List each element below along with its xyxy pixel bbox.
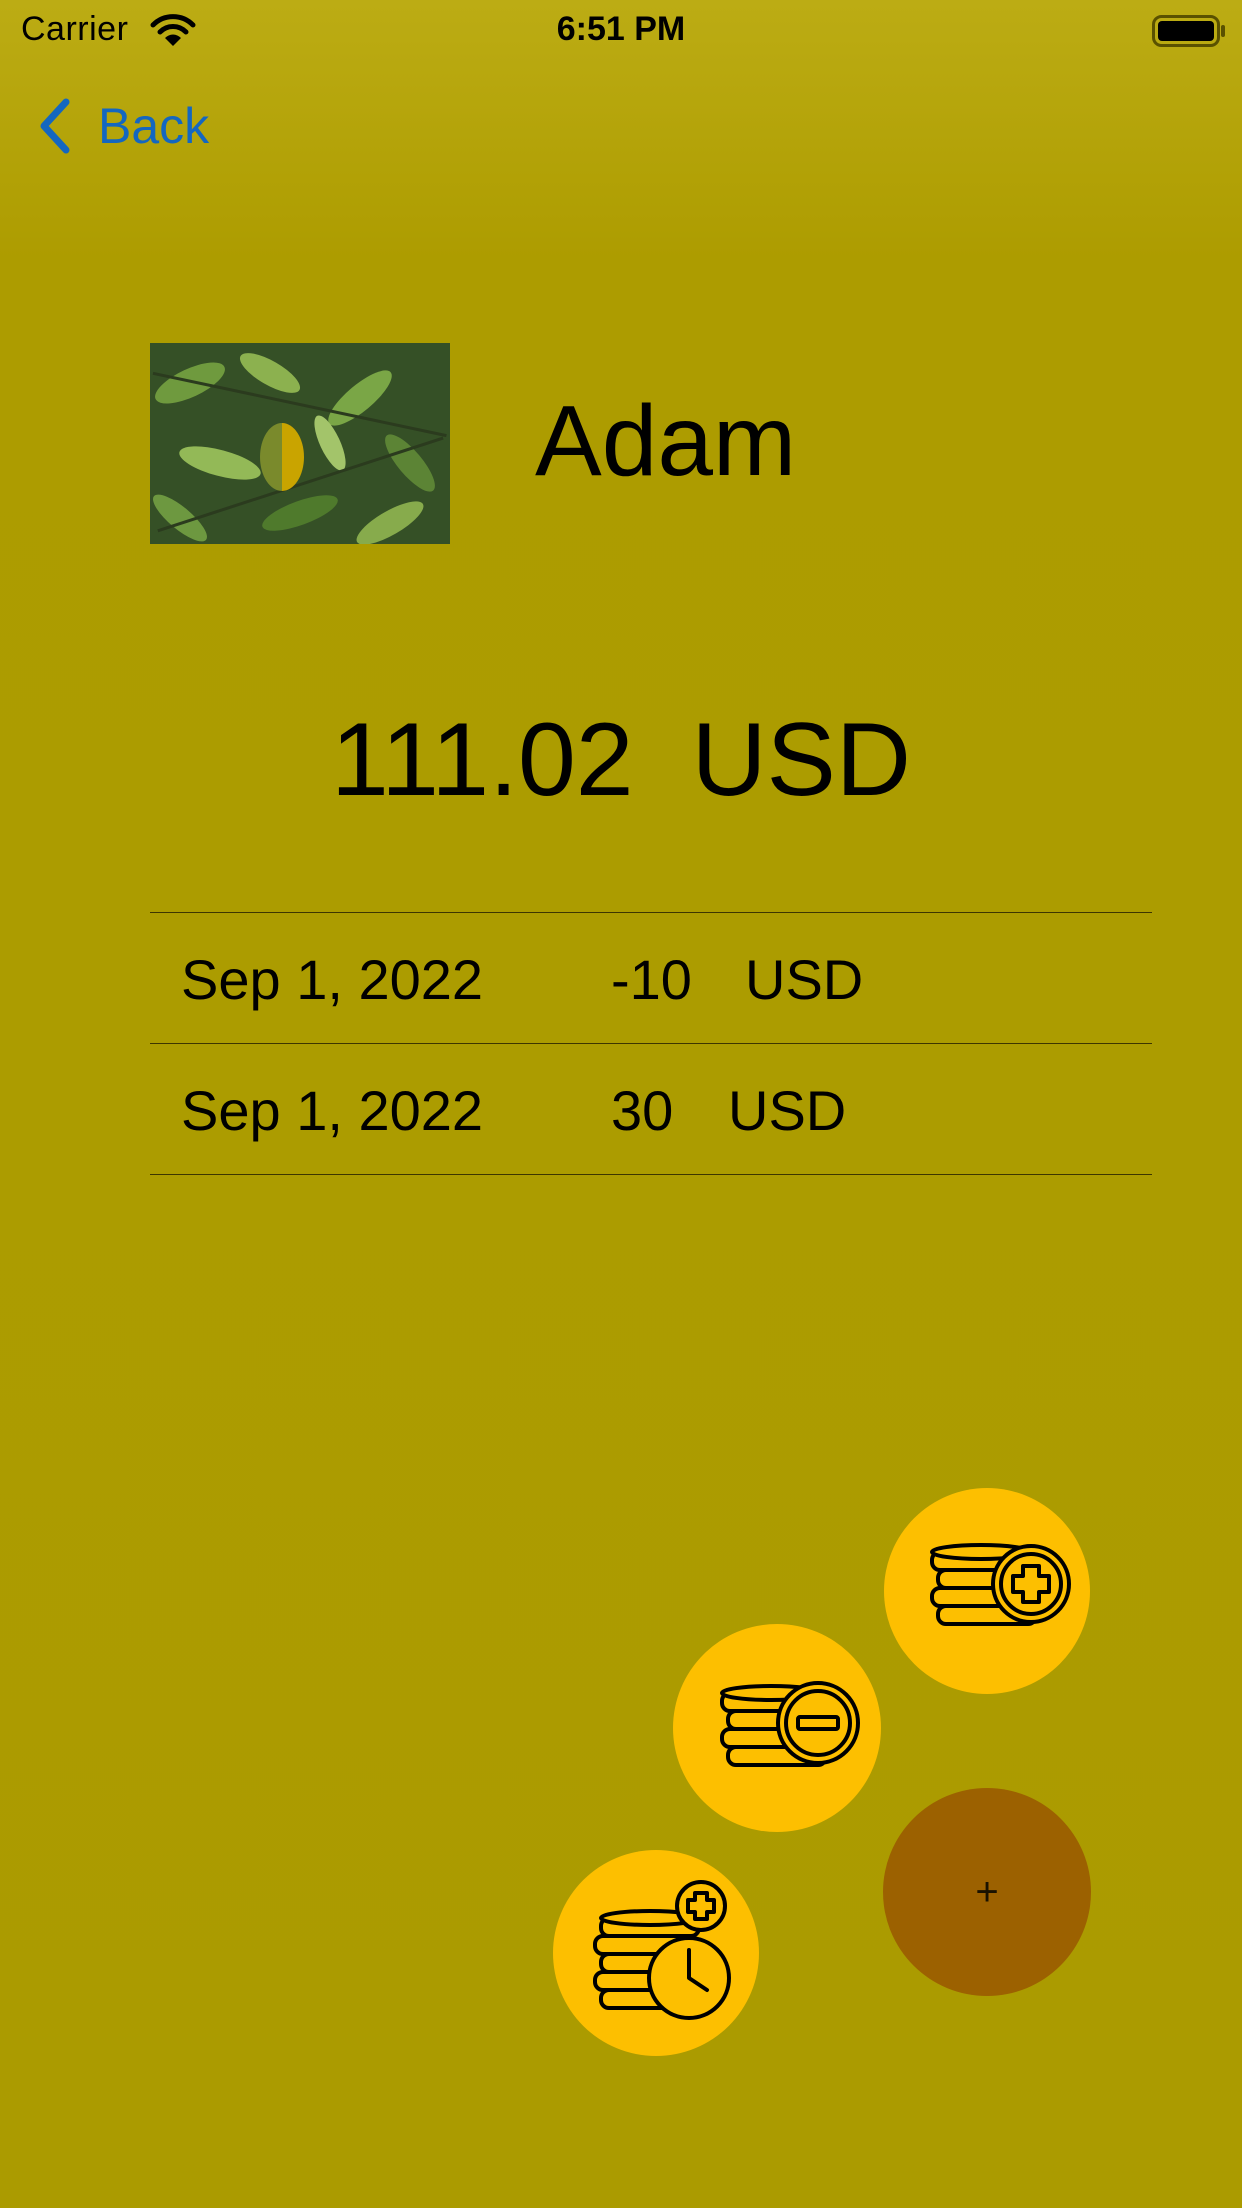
transaction-currency: USD bbox=[745, 948, 864, 1011]
plus-icon: + bbox=[975, 1870, 999, 1914]
transaction-list: Sep 1, 2022 -10 USD Sep 1, 2022 30 USD bbox=[150, 912, 1152, 1175]
battery-icon bbox=[1152, 15, 1225, 47]
status-bar: Carrier 6:51 PM bbox=[0, 0, 1242, 64]
avatar-photo bbox=[150, 343, 450, 544]
add-expense-button[interactable] bbox=[673, 1624, 881, 1832]
balance-amount: 111.02 bbox=[330, 702, 634, 818]
status-time: 6:51 PM bbox=[556, 10, 686, 48]
coins-minus-icon bbox=[720, 1681, 860, 1767]
balance-currency: USD bbox=[691, 702, 912, 818]
chevron-left-icon bbox=[40, 98, 70, 154]
transaction-currency: USD bbox=[728, 1079, 847, 1142]
transaction-amount: -10 bbox=[611, 948, 692, 1011]
transaction-amount: 30 bbox=[611, 1079, 674, 1142]
coins-plus-icon bbox=[930, 1543, 1071, 1626]
balance-display: 111.02 USD bbox=[0, 700, 1242, 820]
add-scheduled-button[interactable] bbox=[553, 1850, 759, 2056]
toggle-actions-button[interactable]: + bbox=[883, 1788, 1091, 1996]
table-row[interactable]: Sep 1, 2022 -10 USD bbox=[150, 913, 1152, 1044]
coins-clock-icon bbox=[593, 1880, 731, 2020]
add-income-button[interactable] bbox=[884, 1488, 1090, 1694]
table-row[interactable]: Sep 1, 2022 30 USD bbox=[150, 1044, 1152, 1175]
back-button[interactable]: Back bbox=[36, 96, 209, 156]
transaction-date: Sep 1, 2022 bbox=[181, 1079, 484, 1142]
transaction-date: Sep 1, 2022 bbox=[181, 948, 484, 1011]
avatar bbox=[150, 343, 450, 544]
back-label: Back bbox=[98, 98, 210, 154]
profile-name: Adam bbox=[535, 385, 797, 497]
